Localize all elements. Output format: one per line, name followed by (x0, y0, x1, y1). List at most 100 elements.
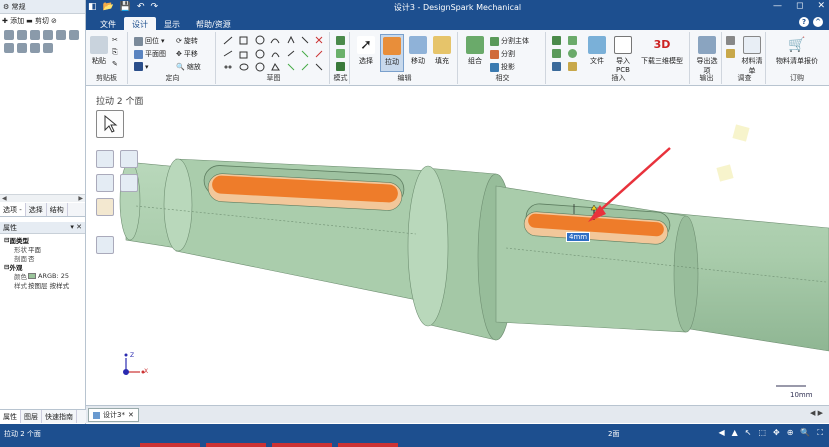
guide-tool-5[interactable] (96, 198, 114, 216)
tool-icon-10[interactable] (43, 43, 53, 53)
property-row[interactable]: 样式 按图层 按样式 (0, 280, 85, 290)
tab-design[interactable]: 设计 (124, 17, 156, 30)
fill-button[interactable]: 填充 (432, 36, 452, 66)
3d-mode-icon[interactable] (336, 62, 345, 71)
view-cube-hint[interactable] (716, 124, 750, 182)
project-button[interactable]: 投影 (490, 62, 515, 72)
select-mode-icon[interactable]: ↖ (745, 428, 752, 438)
insert-line-icon[interactable] (552, 49, 561, 58)
pan-button[interactable]: ✥ 平移 (176, 49, 198, 59)
tool-icon-1[interactable] (4, 30, 14, 40)
property-row[interactable]: 形状 平面 (0, 244, 85, 254)
insert-shell-icon[interactable] (568, 62, 577, 71)
view-button[interactable]: ▾ (134, 62, 149, 71)
settings-icon[interactable]: ^ (813, 17, 823, 27)
prev-icon[interactable]: ◀ (718, 428, 724, 438)
download-3d-button[interactable]: 3D 下载三维模型 (638, 36, 686, 66)
tab-layers[interactable]: 图层 (21, 410, 42, 423)
model-canvas[interactable] (86, 86, 829, 405)
export-button[interactable]: 导出选项 (696, 36, 718, 76)
zoom-button[interactable]: 🔍 缩放 (176, 62, 201, 72)
guide-tool-1[interactable] (96, 150, 114, 168)
import-pcb-button[interactable]: 导入PCB (612, 36, 634, 74)
property-row[interactable]: 剖面否 (0, 253, 85, 263)
measure-icon[interactable] (726, 36, 735, 45)
section-mode-icon[interactable] (336, 49, 345, 58)
insert-axis-icon[interactable] (552, 62, 561, 71)
step-shoulder[interactable] (163, 158, 193, 252)
minimize-button[interactable]: — (773, 1, 782, 11)
document-tab[interactable]: 设计3* ✕ (88, 408, 139, 422)
tool-icon-4[interactable] (43, 30, 53, 40)
bom-quote-button[interactable]: 🛒 物料清单报价 (770, 36, 824, 66)
guide-tool-2[interactable] (120, 150, 138, 168)
pin-icon[interactable]: ▾ ✕ (70, 223, 82, 232)
rotate-button[interactable]: ⟳ 旋转 (176, 36, 198, 46)
select-tool-button[interactable] (96, 110, 124, 138)
split-button[interactable]: 分割 (490, 49, 515, 59)
dimension-input[interactable]: 4mm (566, 232, 591, 242)
no-icon[interactable]: ⊘ (51, 17, 57, 25)
box-select-icon[interactable]: ⬚ (758, 428, 766, 438)
appearance-section[interactable]: ⊟ 外观 (0, 262, 85, 272)
scroll-right-icon[interactable]: ▶ (78, 195, 83, 202)
zoom-status-icon[interactable]: 🔍 (800, 428, 810, 438)
tool-icon-8[interactable] (17, 43, 27, 53)
tab-help[interactable]: 帮助/资源 (188, 17, 239, 30)
up-icon[interactable]: ▲ (732, 428, 738, 438)
property-row[interactable]: 颜色 ARGB: 25 (0, 271, 85, 281)
tab-display[interactable]: 显示 (156, 17, 188, 30)
copy-icon[interactable]: ⎘ (112, 48, 118, 57)
tool-icon-2[interactable] (17, 30, 27, 40)
paste-button[interactable]: 粘贴 (90, 36, 108, 66)
material-button[interactable]: 材料清单 (740, 36, 764, 76)
close-button[interactable]: ✕ (817, 1, 825, 11)
tab-file[interactable]: 文件 (92, 17, 124, 30)
tab-properties[interactable]: 属性 (0, 410, 21, 423)
split-body-button[interactable]: 分割主体 (490, 36, 529, 46)
guide-tool-6[interactable] (96, 236, 114, 254)
tab-quick-guide[interactable]: 快速指南 (42, 410, 77, 423)
check-icon[interactable] (726, 49, 735, 58)
pull-button[interactable]: 拉动 (380, 34, 404, 72)
right-shoulder[interactable] (673, 215, 699, 333)
format-icon[interactable]: ✎ (112, 60, 118, 68)
help-icon[interactable]: ? (799, 17, 809, 27)
plane-button[interactable]: 平面图 (134, 49, 166, 59)
pan-status-icon[interactable]: ✥ (773, 428, 780, 438)
structure-scrollbar[interactable]: ◀ ▶ (0, 194, 85, 202)
home-button[interactable]: 回位 ▾ (134, 36, 165, 46)
tool-icon-6[interactable] (69, 30, 79, 40)
face-type-section[interactable]: ⊟ 面类型 (0, 235, 85, 245)
tab-options[interactable]: 选项 - (0, 203, 26, 216)
status-bar: 拉动 2 个面 2面 ◀ ▲ ↖ ⬚ ✥ ⊕ 🔍 ⛶ (0, 424, 829, 447)
collar-front[interactable] (407, 165, 449, 327)
cut-button[interactable]: ▬ 剪切 (26, 16, 49, 26)
guide-tool-4[interactable] (120, 174, 138, 192)
cut-icon[interactable]: ✂ (112, 36, 118, 44)
insert-sphere-icon[interactable] (568, 49, 577, 58)
sketch-tools-icons[interactable] (220, 34, 328, 74)
zoom-in-icon[interactable]: ⊕ (787, 428, 794, 438)
design-viewport[interactable]: 拉动 2 个面 4mm 10mm Z X (86, 86, 829, 405)
maximize-button[interactable]: ◻ (796, 1, 803, 11)
tab-selection[interactable]: 选择 (26, 203, 47, 216)
move-button[interactable]: 移动 (408, 36, 428, 66)
select-button[interactable]: ➚ 选择 (356, 36, 376, 66)
tool-icon-5[interactable] (56, 30, 66, 40)
tool-icon-7[interactable] (4, 43, 14, 53)
insert-plane-icon[interactable] (552, 36, 561, 45)
sketch-mode-icon[interactable] (336, 36, 345, 45)
tab-structure[interactable]: 结构 (47, 203, 68, 216)
add-button[interactable]: ✚ 添加 (2, 16, 24, 26)
file-button[interactable]: 文件 (586, 36, 608, 66)
close-tab-icon[interactable]: ✕ (128, 411, 134, 419)
guide-tool-3[interactable] (96, 174, 114, 192)
tool-icon-9[interactable] (30, 43, 40, 53)
fit-icon[interactable]: ⛶ (817, 428, 823, 438)
insert-cylinder-icon[interactable] (568, 36, 577, 45)
tool-icon-3[interactable] (30, 30, 40, 40)
tab-nav-arrows[interactable]: ◀ ▶ (810, 409, 823, 417)
combine-button[interactable]: 组合 (464, 36, 486, 66)
scroll-left-icon[interactable]: ◀ (2, 195, 7, 202)
